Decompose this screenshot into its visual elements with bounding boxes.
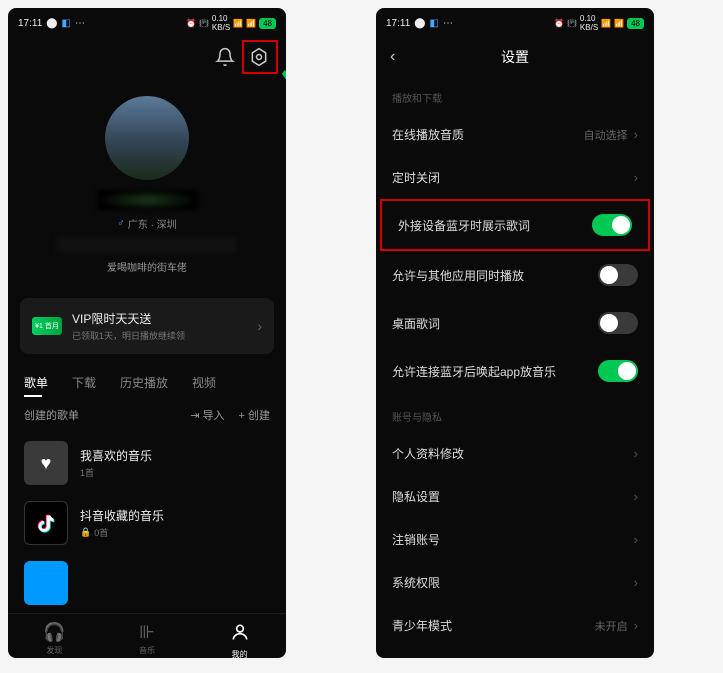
stats-redacted <box>57 237 237 253</box>
signal-icon: 📶 <box>601 19 611 28</box>
chevron-right-icon: › <box>257 318 262 334</box>
location-text: 广东 · 深圳 <box>128 216 177 231</box>
status-time: 17:11 <box>18 18 42 29</box>
playlist-count: 1首 <box>80 466 270 479</box>
nav-discover[interactable]: 🎧 发现 <box>8 622 101 658</box>
row-bt-lyrics[interactable]: 外接设备蓝牙时展示歌词 <box>380 199 650 251</box>
vibrate-icon: 📳 <box>567 19 577 28</box>
create-button[interactable]: + 创建 <box>239 407 270 423</box>
settings-header: ‹ 设置 <box>376 38 654 76</box>
tab-playlist[interactable]: 歌单 <box>24 368 48 397</box>
chevron-right-icon: › <box>634 489 638 504</box>
playlist-title: 抖音收藏的音乐 <box>80 507 270 524</box>
page-title: 设置 <box>501 47 529 67</box>
row-timer[interactable]: 定时关闭 › <box>376 156 654 199</box>
vip-title: VIP限时天天送 <box>72 310 247 327</box>
vibrate-icon: 📳 <box>199 19 209 28</box>
row-quality[interactable]: 在线播放音质 自动选择 › <box>376 113 654 156</box>
toggle-bt-lyrics[interactable] <box>592 214 632 236</box>
hand-pointer-icon <box>282 52 286 92</box>
chevron-right-icon: › <box>634 575 638 590</box>
avatar[interactable] <box>105 96 189 180</box>
status-app-icon: ◧ <box>62 18 71 29</box>
chevron-right-icon: › <box>634 127 638 142</box>
playlist-section-header: 创建的歌单 ⇥ 导入 + 创建 <box>8 397 286 433</box>
section-playback: 播放和下载 <box>376 76 654 113</box>
chevron-right-icon: › <box>634 618 638 633</box>
vip-subtitle: 已领取1天，明日播放继续领 <box>72 329 247 342</box>
playlist-tabs: 歌单 下载 历史播放 视频 <box>8 368 286 397</box>
toggle-allow-other[interactable] <box>598 264 638 286</box>
rec-icon: ⬤ <box>46 18 57 29</box>
profile-section: ♂ 广东 · 深圳 爱喝咖啡的街车佬 <box>8 76 286 284</box>
phone-right: 17:11 ⬤ ◧ ⋯ ⏰ 📳 0.10KB/S 📶 📶 48 ‹ 设置 播放和… <box>376 8 654 658</box>
status-time: 17:11 <box>386 18 410 29</box>
tab-download[interactable]: 下载 <box>72 368 96 397</box>
status-app-icon: ◧ <box>430 18 439 29</box>
signal-icon: 📶 <box>233 19 243 28</box>
row-value: 未开启 <box>595 618 628 634</box>
signal-icon-2: 📶 <box>246 19 256 28</box>
nav-me[interactable]: 我的 <box>193 622 286 658</box>
settings-list[interactable]: 播放和下载 在线播放音质 自动选择 › 定时关闭 › 外接设备蓝牙时展示歌词 允… <box>376 76 654 658</box>
heart-icon: ♥ <box>24 441 68 485</box>
row-permissions[interactable]: 系统权限 › <box>376 561 654 604</box>
username-redacted <box>97 190 197 210</box>
playlist-count: 🔒 0首 <box>80 526 270 539</box>
status-misc-icon: ⋯ <box>75 18 85 29</box>
playlist-item[interactable] <box>8 553 286 613</box>
settings-icon[interactable] <box>248 46 270 68</box>
import-button[interactable]: ⇥ 导入 <box>190 407 224 423</box>
status-bar: 17:11 ⬤ ◧ ⋯ ⏰ 📳 0.10KB/S 📶 📶 48 <box>8 8 286 38</box>
toggle-bt-launch[interactable] <box>598 360 638 382</box>
chevron-right-icon: › <box>634 446 638 461</box>
playlist-douyin[interactable]: 抖音收藏的音乐 🔒 0首 <box>8 493 286 553</box>
section-payment: 支付管理 <box>376 647 654 658</box>
lock-icon: 🔒 <box>80 527 91 538</box>
nav-bar: 🎧 发现 ⊪ 音乐 我的 <box>8 613 286 658</box>
row-teen[interactable]: 青少年模式 未开启 › <box>376 604 654 647</box>
row-allow-other[interactable]: 允许与其他应用同时播放 <box>376 251 654 299</box>
row-desktop-lyrics[interactable]: 桌面歌词 <box>376 299 654 347</box>
vip-card[interactable]: ¥1 首月 VIP限时天天送 已领取1天，明日播放继续领 › <box>20 298 274 354</box>
phone-left: 17:11 ⬤ ◧ ⋯ ⏰ 📳 0.10KB/S 📶 📶 48 ♂ 广东 <box>8 8 286 658</box>
alarm-icon: ⏰ <box>186 19 196 28</box>
nav-music[interactable]: ⊪ 音乐 <box>101 622 194 658</box>
playlist-cover <box>24 561 68 605</box>
chevron-right-icon: › <box>634 170 638 185</box>
tab-video[interactable]: 视频 <box>192 368 216 397</box>
battery-badge: 48 <box>259 18 276 29</box>
row-privacy[interactable]: 隐私设置 › <box>376 475 654 518</box>
headphones-icon: 🎧 <box>43 622 65 643</box>
speed-icon: 0.10KB/S <box>580 14 598 32</box>
signal-icon-2: 📶 <box>614 19 624 28</box>
signature: 爱喝咖啡的街车佬 <box>107 259 187 274</box>
tab-history[interactable]: 历史播放 <box>120 368 168 397</box>
header-icons <box>8 38 286 76</box>
chevron-right-icon: › <box>634 532 638 547</box>
playlist-favorites[interactable]: ♥ 我喜欢的音乐 1首 <box>8 433 286 493</box>
equalizer-icon: ⊪ <box>139 622 155 643</box>
status-misc-icon: ⋯ <box>443 18 453 29</box>
row-bt-launch[interactable]: 允许连接蓝牙后唤起app放音乐 <box>376 347 654 395</box>
status-bar: 17:11 ⬤ ◧ ⋯ ⏰ 📳 0.10KB/S 📶 📶 48 <box>376 8 654 38</box>
douyin-icon <box>24 501 68 545</box>
alarm-icon: ⏰ <box>554 19 564 28</box>
section-label: 创建的歌单 <box>24 407 79 423</box>
row-value: 自动选择 <box>584 127 628 143</box>
playlist-title: 我喜欢的音乐 <box>80 447 270 464</box>
toggle-desktop-lyrics[interactable] <box>598 312 638 334</box>
person-icon <box>230 622 250 647</box>
section-account: 账号与隐私 <box>376 395 654 432</box>
row-profile[interactable]: 个人资料修改 › <box>376 432 654 475</box>
vip-badge: ¥1 首月 <box>32 317 62 335</box>
notification-icon[interactable] <box>214 46 236 68</box>
battery-badge: 48 <box>627 18 644 29</box>
row-deactivate[interactable]: 注销账号 › <box>376 518 654 561</box>
speed-icon: 0.10KB/S <box>212 14 230 32</box>
back-button[interactable]: ‹ <box>390 48 395 66</box>
gender-icon: ♂ <box>117 218 125 229</box>
location-label: ♂ 广东 · 深圳 <box>117 216 176 231</box>
rec-icon: ⬤ <box>414 18 425 29</box>
